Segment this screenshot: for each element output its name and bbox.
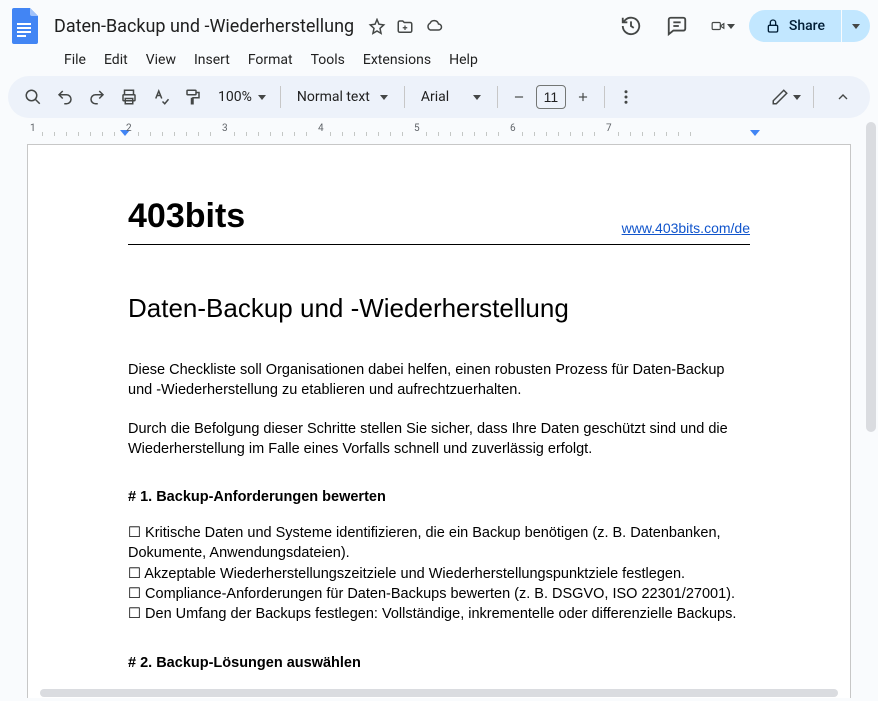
chevron-down-icon	[473, 95, 481, 100]
font-size-input[interactable]	[536, 85, 566, 109]
decrease-font-icon[interactable]	[504, 82, 534, 112]
menu-format[interactable]: Format	[240, 48, 301, 72]
menu-insert[interactable]: Insert	[186, 48, 238, 72]
editing-mode-button[interactable]	[765, 88, 807, 106]
paint-format-icon[interactable]	[178, 82, 208, 112]
font-select[interactable]: Arial	[411, 89, 491, 105]
ruler-number: 7	[606, 123, 612, 134]
chevron-down-icon	[727, 24, 735, 29]
document-title[interactable]: Daten-Backup und -Wiederherstellung	[50, 14, 358, 39]
move-icon[interactable]	[396, 18, 414, 36]
share-label: Share	[789, 18, 825, 34]
right-indent-marker[interactable]	[750, 130, 760, 136]
ruler[interactable]: 1 2 3 4 5 6 7	[8, 122, 870, 138]
horizontal-scrollbar[interactable]	[40, 689, 838, 697]
vertical-scrollbar[interactable]	[864, 122, 878, 688]
history-icon[interactable]	[611, 6, 651, 46]
checklist-item: ☐ Den Umfang der Backups festlegen: Voll…	[128, 604, 750, 624]
menu-view[interactable]: View	[138, 48, 184, 72]
print-icon[interactable]	[114, 82, 144, 112]
menu-file[interactable]: File	[56, 48, 94, 72]
checklist-item: ☐ Kritische Daten und Systeme identifizi…	[128, 523, 750, 564]
chevron-down-icon	[258, 95, 266, 100]
undo-icon[interactable]	[50, 82, 80, 112]
checklist-item: ☐ Akzeptable Wiederherstellungszeitziele…	[128, 564, 750, 584]
increase-font-icon[interactable]	[568, 82, 598, 112]
ruler-number: 2	[126, 123, 132, 134]
menu-bar: File Edit View Insert Format Tools Exten…	[8, 46, 870, 76]
menu-tools[interactable]: Tools	[303, 48, 353, 72]
redo-icon[interactable]	[82, 82, 112, 112]
ruler-number: 3	[222, 123, 228, 134]
doc-heading: Daten-Backup und -Wiederherstellung	[128, 293, 750, 324]
brand-link[interactable]: www.403bits.com/de	[622, 220, 750, 236]
menu-extensions[interactable]: Extensions	[355, 48, 439, 72]
paragraph-style-value: Normal text	[297, 89, 370, 105]
chevron-down-icon	[380, 95, 388, 100]
menu-edit[interactable]: Edit	[96, 48, 136, 72]
share-dropdown[interactable]	[842, 10, 870, 42]
chevron-down-icon	[852, 24, 860, 29]
meet-button[interactable]	[703, 6, 743, 46]
share-button[interactable]: Share	[749, 10, 841, 42]
doc-section-heading: # 1. Backup-Anforderungen bewerten	[128, 489, 750, 505]
zoom-select[interactable]: 100%	[210, 89, 274, 105]
font-value: Arial	[421, 89, 449, 105]
docs-logo[interactable]	[8, 8, 44, 44]
cloud-status-icon[interactable]	[424, 18, 444, 36]
spellcheck-icon[interactable]	[146, 82, 176, 112]
doc-paragraph: Diese Checkliste soll Organisationen dab…	[128, 360, 750, 401]
search-menus-icon[interactable]	[18, 82, 48, 112]
star-icon[interactable]	[368, 18, 386, 36]
doc-section-heading: # 2. Backup-Lösungen auswählen	[128, 655, 750, 671]
toolbar: 100% Normal text Arial	[8, 76, 870, 118]
doc-paragraph: Durch die Befolgung dieser Schritte stel…	[128, 419, 750, 460]
more-tools-icon[interactable]	[611, 82, 641, 112]
comments-icon[interactable]	[657, 6, 697, 46]
ruler-number: 4	[318, 123, 324, 134]
document-workspace[interactable]: 403bits www.403bits.com/de Daten-Backup …	[0, 138, 878, 698]
ruler-number: 5	[414, 123, 420, 134]
chevron-down-icon	[793, 95, 801, 100]
ruler-number: 6	[510, 123, 516, 134]
brand-name: 403bits	[128, 197, 245, 236]
document-page: 403bits www.403bits.com/de Daten-Backup …	[27, 144, 851, 698]
paragraph-style-select[interactable]: Normal text	[287, 89, 398, 105]
zoom-value: 100%	[218, 89, 252, 105]
checklist-item: ☐ Compliance-Anforderungen für Daten-Bac…	[128, 584, 750, 604]
menu-help[interactable]: Help	[441, 48, 486, 72]
collapse-toolbar-icon[interactable]	[826, 80, 860, 114]
ruler-number: 1	[30, 123, 36, 134]
scrollbar-thumb[interactable]	[866, 122, 876, 432]
